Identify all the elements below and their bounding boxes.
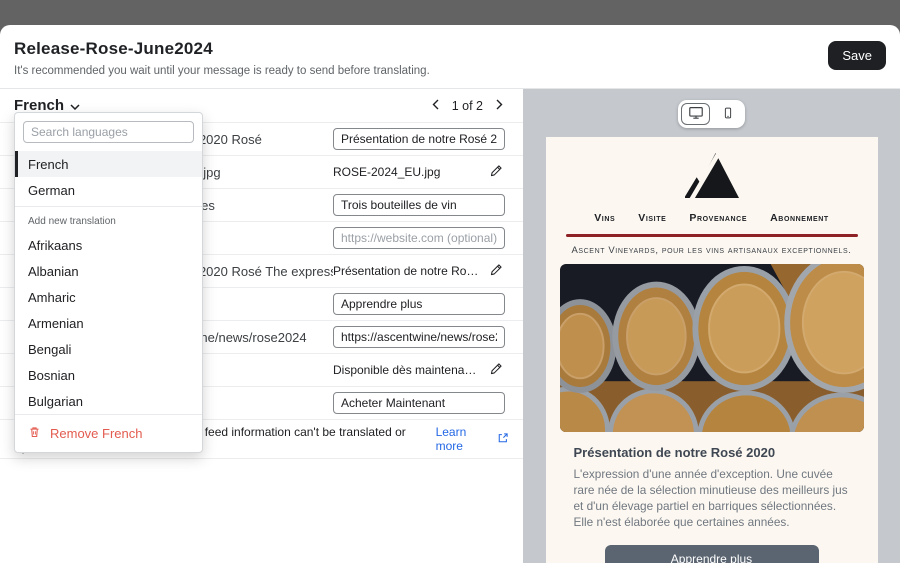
save-button[interactable]: Save (828, 41, 886, 70)
translation-value: ROSE-2024_EU.jpg (333, 165, 440, 179)
page-subtitle: It's recommended you wait until your mes… (14, 65, 430, 77)
modal-header: Release-Rose-June2024 It's recommended y… (0, 25, 900, 89)
device-toggle (678, 100, 745, 128)
email-article-heading: Présentation de notre Rosé 2020 (574, 445, 850, 460)
language-option-albanian[interactable]: Albanian (15, 258, 202, 284)
language-dropdown-menu: French German Add new translation Afrika… (14, 112, 203, 453)
learn-more-link[interactable]: Learn more (436, 425, 509, 453)
language-option-french[interactable]: French (15, 151, 202, 177)
monitor-icon (688, 105, 704, 123)
translation-editor-pane: French 1 of 2 r 2020 Rosé S.jpg ROSE-202… (0, 89, 523, 563)
email-article-body: L'expression d'une année d'exception. Un… (574, 466, 850, 530)
nav-link-abonnement[interactable]: Abonnement (770, 212, 829, 224)
nav-link-visite[interactable]: Visite (638, 212, 666, 224)
email-nav: Vins Visite Provenance Abonnement (546, 212, 878, 224)
translation-modal: Release-Rose-June2024 It's recommended y… (0, 25, 900, 563)
language-option-bosnian[interactable]: Bosnian (15, 362, 202, 388)
remove-french-button[interactable]: Remove French (15, 414, 202, 452)
pencil-icon (489, 263, 503, 280)
wine-barrels-image (560, 264, 864, 432)
preview-pane: Vins Visite Provenance Abonnement Ascent… (523, 89, 900, 563)
language-option-german[interactable]: German (15, 177, 202, 203)
email-preview: Vins Visite Provenance Abonnement Ascent… (546, 137, 878, 563)
email-divider-rule (566, 234, 858, 237)
phone-icon (722, 106, 734, 123)
translation-input[interactable] (333, 392, 505, 414)
translation-value: Présentation de notre Rosé 2020 L'... (333, 264, 481, 278)
remove-french-label: Remove French (50, 426, 142, 441)
chevron-right-icon (496, 98, 503, 113)
nav-link-provenance[interactable]: Provenance (689, 212, 747, 224)
language-option-bulgarian[interactable]: Bulgarian (15, 388, 202, 414)
window-chrome-bar (0, 0, 900, 25)
translation-url-input[interactable] (333, 227, 505, 249)
language-search-input[interactable] (23, 121, 194, 143)
translation-input[interactable] (333, 293, 505, 315)
pagination-label: 1 of 2 (452, 99, 483, 113)
language-option-amharic[interactable]: Amharic (15, 284, 202, 310)
trash-icon (28, 425, 41, 442)
edit-translation-button[interactable] (487, 261, 505, 282)
page-title: Release-Rose-June2024 (14, 39, 430, 59)
pencil-icon (489, 164, 503, 181)
edit-translation-button[interactable] (487, 162, 505, 183)
mountain-logo-icon (685, 153, 739, 203)
translation-input[interactable] (333, 326, 505, 348)
translation-value: Disponible dès maintenant... (333, 363, 481, 377)
add-translation-section-label: Add new translation (15, 210, 202, 232)
pencil-icon (489, 362, 503, 379)
pagination-prev-button[interactable] (430, 96, 441, 115)
dropdown-divider (15, 206, 202, 207)
edit-translation-button[interactable] (487, 360, 505, 381)
nav-link-vins[interactable]: Vins (594, 212, 615, 224)
pagination: 1 of 2 (430, 96, 505, 115)
learn-more-cta-button[interactable]: Apprendre plus (605, 545, 819, 563)
desktop-view-button[interactable] (681, 103, 710, 125)
language-option-bengali[interactable]: Bengali (15, 336, 202, 362)
pagination-next-button[interactable] (494, 96, 505, 115)
mobile-view-button[interactable] (713, 103, 742, 125)
translation-input[interactable] (333, 194, 505, 216)
language-option-armenian[interactable]: Armenian (15, 310, 202, 336)
language-option-afrikaans[interactable]: Afrikaans (15, 232, 202, 258)
external-link-icon (497, 432, 509, 447)
learn-more-label: Learn more (436, 425, 493, 453)
chevron-left-icon (432, 98, 439, 113)
translation-input[interactable] (333, 128, 505, 150)
email-tagline: Ascent Vineyards, pour les vins artisana… (546, 245, 878, 256)
